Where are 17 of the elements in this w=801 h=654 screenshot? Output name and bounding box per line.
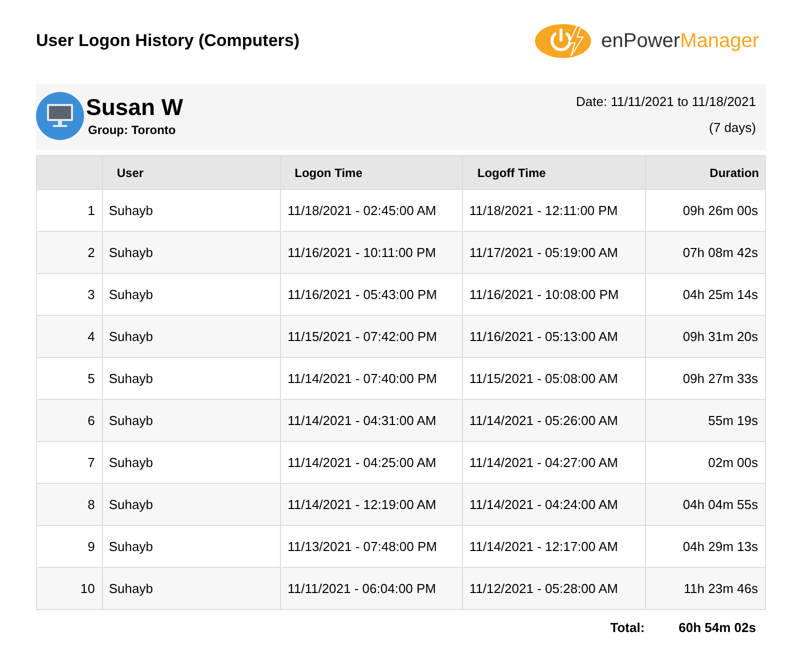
date-range: Date: 11/11/2021 to 11/18/2021 [576,93,756,111]
duration-cell: 11h 23m 46s [646,568,766,610]
group-label: Group: Toronto [88,122,177,139]
column-header: User [102,156,280,190]
row-number: 10 [36,568,102,610]
user-cell: Suhayb [102,568,280,610]
monitor-avatar-icon [36,92,84,140]
total-duration: 60h 54m 02s [678,619,756,637]
days-count: (7 days) [709,118,756,137]
logoff-time-cell: 11/12/2021 - 05:28:00 AM [462,568,646,610]
column-header: Logoff Time [462,156,646,190]
column-header: Logon Time [280,156,463,190]
computer-name: Susan W [86,93,184,121]
logo-text: enPowerManager [601,29,759,54]
report-title: User Logon History (Computers) [36,30,300,52]
logon-time-cell: 11/11/2021 - 06:04:00 PM [280,568,463,610]
total-label: Total: [610,619,645,637]
